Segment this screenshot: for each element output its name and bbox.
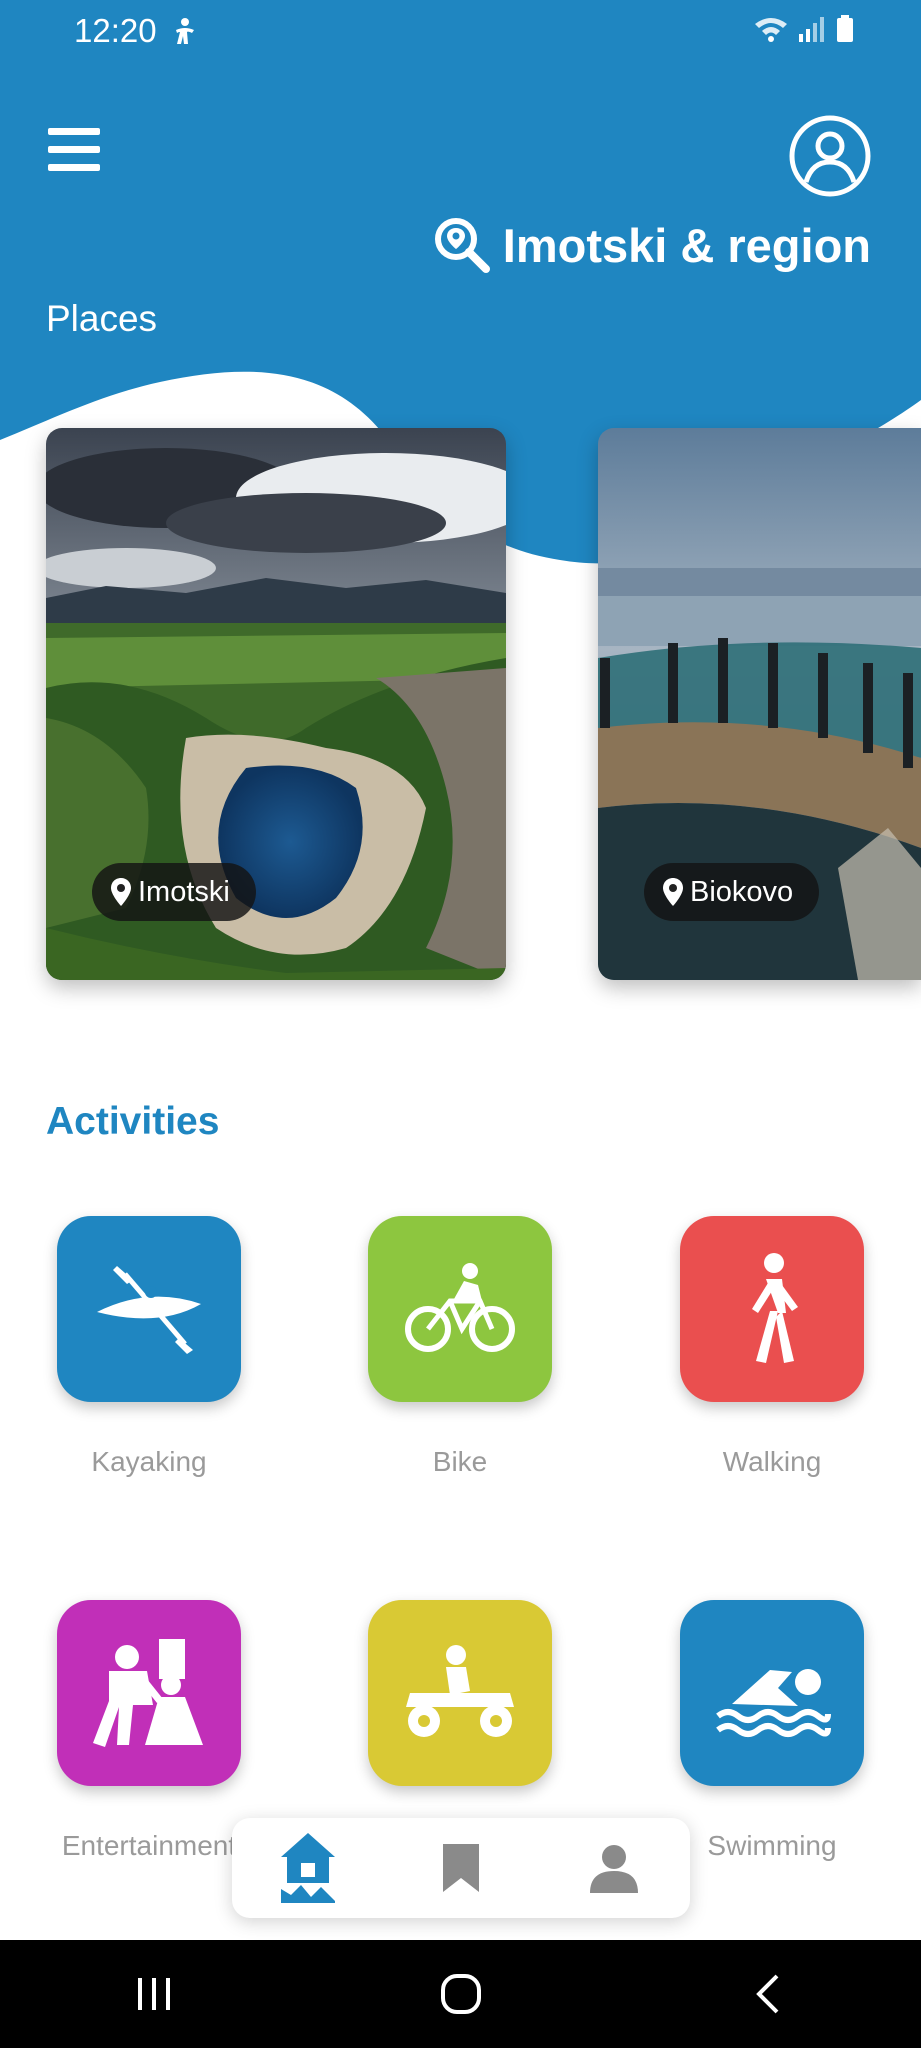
activity-swimming[interactable]: Swimming [680,1600,864,1862]
place-name: Imotski [138,875,230,908]
dancing-icon [93,1639,203,1747]
menu-bar [48,164,100,171]
home-icon [281,1833,336,1903]
quad-bike-icon [406,1645,514,1737]
activities-title: Activities [46,1100,220,1143]
place-name: Biokovo [690,875,794,908]
battery-icon [837,15,853,42]
bike-icon [405,1263,515,1352]
kayak-icon [97,1266,201,1354]
activity-label: Bike [432,1446,488,1477]
region-title: Imotski & region [502,218,871,272]
menu-bar [48,128,100,135]
nav-home[interactable] [268,1828,348,1908]
activity-tile[interactable] [368,1600,552,1786]
menu-button[interactable] [48,128,100,176]
system-nav-bar [0,1940,921,2048]
bookmark-icon [442,1844,479,1892]
home-button[interactable] [411,1954,511,2034]
menu-bar [48,146,100,153]
profile-icon[interactable] [788,114,872,198]
place-location-badge: Imotski [92,863,256,921]
back-button[interactable] [718,1954,818,2034]
accessibility-icon [176,18,194,44]
activity-label: Entertainment [61,1830,237,1861]
swimming-icon [716,1669,831,1737]
search-location-icon [434,218,490,273]
status-time: 12:20 [74,12,157,49]
location-pin-icon [111,878,131,906]
activity-walking[interactable]: Walking [680,1216,864,1478]
activity-bike[interactable]: Bike [368,1216,552,1478]
bottom-nav [232,1818,690,1918]
activity-label: Walking [722,1446,822,1477]
activity-tile[interactable] [57,1600,241,1786]
activity-kayaking[interactable]: Kayaking [57,1216,241,1478]
user-icon [589,1845,638,1893]
nav-bookmarks[interactable] [421,1828,501,1908]
places-label: Places [46,298,158,339]
recent-apps-icon [137,1978,170,2010]
place-location-badge: Biokovo [644,863,820,921]
recent-apps-button[interactable] [104,1954,204,2034]
place-card-biokovo[interactable]: Biokovo [598,428,921,980]
activity-label: Swimming [707,1830,837,1861]
home-circle-icon [440,1974,481,2014]
place-card-imotski[interactable]: Imotski [46,428,506,980]
activity-tile[interactable] [368,1216,552,1402]
back-icon [755,1974,778,2014]
nav-profile[interactable] [574,1828,654,1908]
location-pin-icon [663,878,683,906]
activity-entertainment[interactable]: Entertainment [57,1600,241,1862]
activity-tile[interactable] [680,1600,864,1786]
activity-tile[interactable] [680,1216,864,1402]
region-selector[interactable]: Imotski & region [433,216,871,274]
activity-quad[interactable] [368,1600,552,1830]
activity-label: Kayaking [91,1446,207,1477]
activity-tile[interactable] [57,1216,241,1402]
wifi-icon [755,18,787,42]
signal-icon [799,17,824,42]
walking-icon [752,1253,798,1363]
status-bar: 12:20 [0,0,921,66]
